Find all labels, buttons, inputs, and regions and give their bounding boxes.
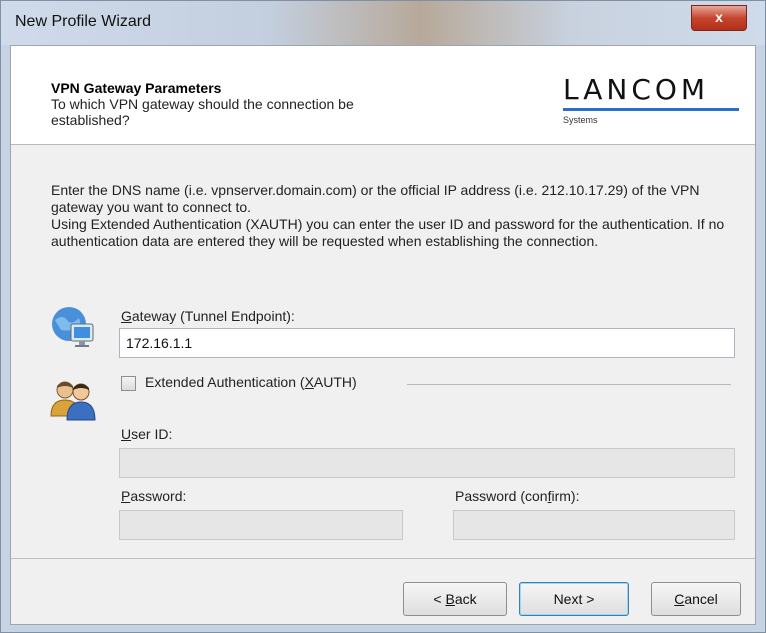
window-title: New Profile Wizard: [15, 13, 152, 30]
xauth-label[interactable]: Extended Authentication (XAUTH): [145, 374, 357, 390]
page-title: VPN Gateway Parameters: [51, 80, 222, 96]
title-bar[interactable]: New Profile Wizard x: [1, 1, 765, 45]
gateway-input[interactable]: 172.16.1.1: [119, 328, 735, 358]
password-confirm-input[interactable]: [453, 510, 735, 540]
wizard-body: VPN Gateway Parameters To which VPN gate…: [10, 45, 756, 625]
cancel-button[interactable]: Cancel: [651, 582, 741, 616]
xauth-checkbox[interactable]: [121, 376, 136, 391]
footer-divider: [11, 558, 755, 559]
network-computer-icon: [49, 302, 97, 350]
logo-subtext: Systems: [563, 115, 598, 125]
password-label: Password:: [121, 488, 187, 504]
password-confirm-label: Password (confirm):: [455, 488, 580, 504]
userid-label: User ID:: [121, 426, 173, 442]
intro-text: Enter the DNS name (i.e. vpnserver.domai…: [51, 182, 741, 250]
users-icon: [49, 374, 97, 422]
close-button[interactable]: x: [691, 5, 747, 31]
password-input[interactable]: [119, 510, 403, 540]
logo-underline: [563, 108, 739, 111]
page-subtitle: To which VPN gateway should the connecti…: [51, 96, 354, 128]
back-button[interactable]: < Back: [403, 582, 507, 616]
lancom-logo: LANCOM Systems: [563, 76, 743, 130]
next-button[interactable]: Next >: [519, 582, 629, 616]
logo-text: LANCOM: [563, 73, 710, 106]
intro-line-xauth: Using Extended Authentication (XAUTH) yo…: [51, 216, 725, 249]
intro-line-gateway: Enter the DNS name (i.e. vpnserver.domai…: [51, 182, 700, 215]
xauth-group-divider: [407, 384, 731, 385]
userid-input[interactable]: [119, 448, 735, 478]
wizard-window: New Profile Wizard x VPN Gateway Paramet…: [0, 0, 766, 633]
wizard-header: VPN Gateway Parameters To which VPN gate…: [11, 46, 755, 145]
gateway-label: Gateway (Tunnel Endpoint):: [121, 308, 295, 324]
close-icon: x: [715, 9, 723, 25]
